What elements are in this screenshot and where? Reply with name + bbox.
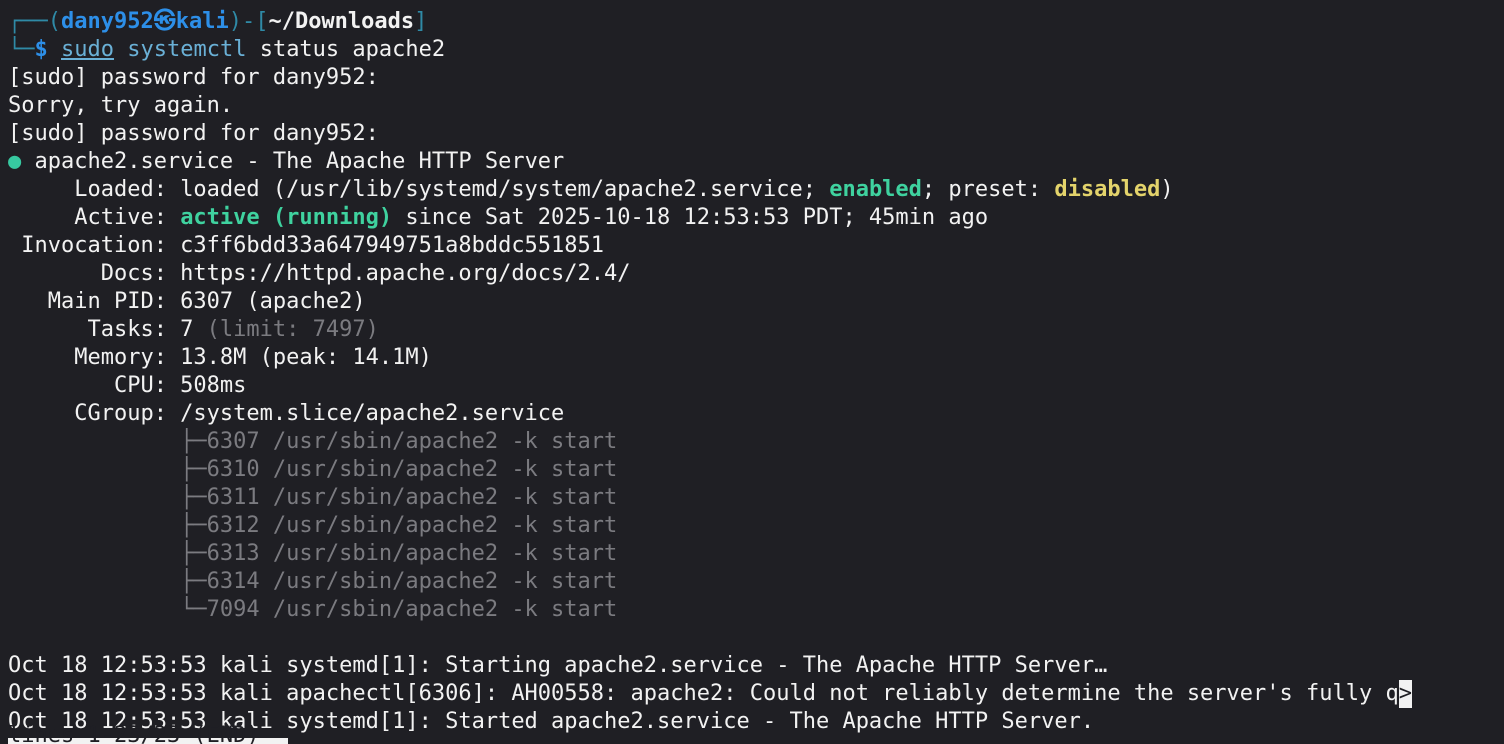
enabled-status: enabled [829,177,922,202]
active-label: Active: [8,205,181,230]
prompt-dollar: $ [34,37,48,62]
main-pid-line: Main PID: 6307 (apache2) [8,289,366,314]
cpu-line: CPU: 508ms [8,373,247,398]
status-dot-icon: ● [8,149,22,174]
cgroup-process: ├─6311 /usr/sbin/apache2 -k start [8,485,618,510]
sudo-prompt-1: [sudo] password for dany952: [8,65,379,90]
prompt-paren: )-[ [228,9,269,34]
service-header: ● apache2.service - The Apache HTTP Serv… [8,148,1504,176]
kali-at-icon: ㉿ [153,9,176,34]
cgroup-process: ├─6307 /usr/sbin/apache2 -k start [8,429,618,454]
pager-status-text: lines 1-23/23 (END) [8,723,260,744]
tasks-limit: (limit: 7497) [193,317,379,342]
journal-line: Oct 18 12:53:53 kali systemd[1]: Startin… [8,653,1108,678]
cgroup-process: ├─6314 /usr/sbin/apache2 -k start [8,569,618,594]
prompt-frame-bottom: └─ [8,37,35,62]
command-systemctl: systemctl [127,37,247,62]
active-state: active (running) [180,205,393,230]
truncation-marker-icon: > [1398,680,1412,708]
prompt-bracket: ] [414,9,428,34]
prompt-user: dany952 [60,9,154,34]
journal-text: Oct 18 12:53:53 kali apachectl[6306]: AH… [8,681,1399,706]
journal-line: Oct 18 12:53:53 kali apachectl[6306]: AH… [8,680,1504,708]
invocation-line: Invocation: c3ff6bdd33a647949751a8bddc55… [8,233,605,258]
prompt-frame-top: ┌──( [8,9,61,34]
command-args: status apache2 [246,37,446,62]
docs-line[interactable]: Docs: https://httpd.apache.org/docs/2.4/ [8,260,1504,288]
command-line[interactable]: └─$ sudo systemctl status apache2 [8,36,1504,64]
tasks-line: Tasks: 7 (limit: 7497) [8,316,1504,344]
loaded-label: Loaded: [8,177,181,202]
preset-label: ; preset: [921,177,1055,202]
prompt-line: ┌──(dany952㉿kali)-[~/Downloads] [8,8,1504,36]
memory-line: Memory: 13.8M (peak: 14.1M) [8,345,432,370]
prompt-cwd: ~/Downloads [268,9,415,34]
loaded-line: Loaded: loaded (/usr/lib/systemd/system/… [8,176,1504,204]
prompt-host: kali [175,9,229,34]
tasks-count: Tasks: 7 [8,317,194,342]
sudo-prompt-2: [sudo] password for dany952: [8,121,379,146]
cgroup-process: ├─6313 /usr/sbin/apache2 -k start [8,541,618,566]
cgroup-process: ├─6312 /usr/sbin/apache2 -k start [8,513,618,538]
preset-status: disabled [1054,177,1161,202]
pager-status-bar[interactable]: lines 1-23/23 (END) [8,723,288,744]
loaded-end: ) [1160,177,1174,202]
cgroup-process: ├─6310 /usr/sbin/apache2 -k start [8,457,618,482]
command-sudo: sudo [61,37,114,62]
cgroup-line: CGroup: /system.slice/apache2.service [8,401,565,426]
cgroup-process: └─7094 /usr/sbin/apache2 -k start [8,597,618,622]
active-since: since Sat 2025-10-18 12:53:53 PDT; 45min… [392,205,989,230]
sudo-retry-message: Sorry, try again. [8,93,234,118]
loaded-path: loaded (/usr/lib/systemd/system/apache2.… [180,177,830,202]
active-line: Active: active (running) since Sat 2025-… [8,204,1504,232]
service-title: apache2.service - The Apache HTTP Server [21,149,565,174]
terminal-window[interactable]: ┌──(dany952㉿kali)-[~/Downloads] └─$ sudo… [0,0,1504,744]
